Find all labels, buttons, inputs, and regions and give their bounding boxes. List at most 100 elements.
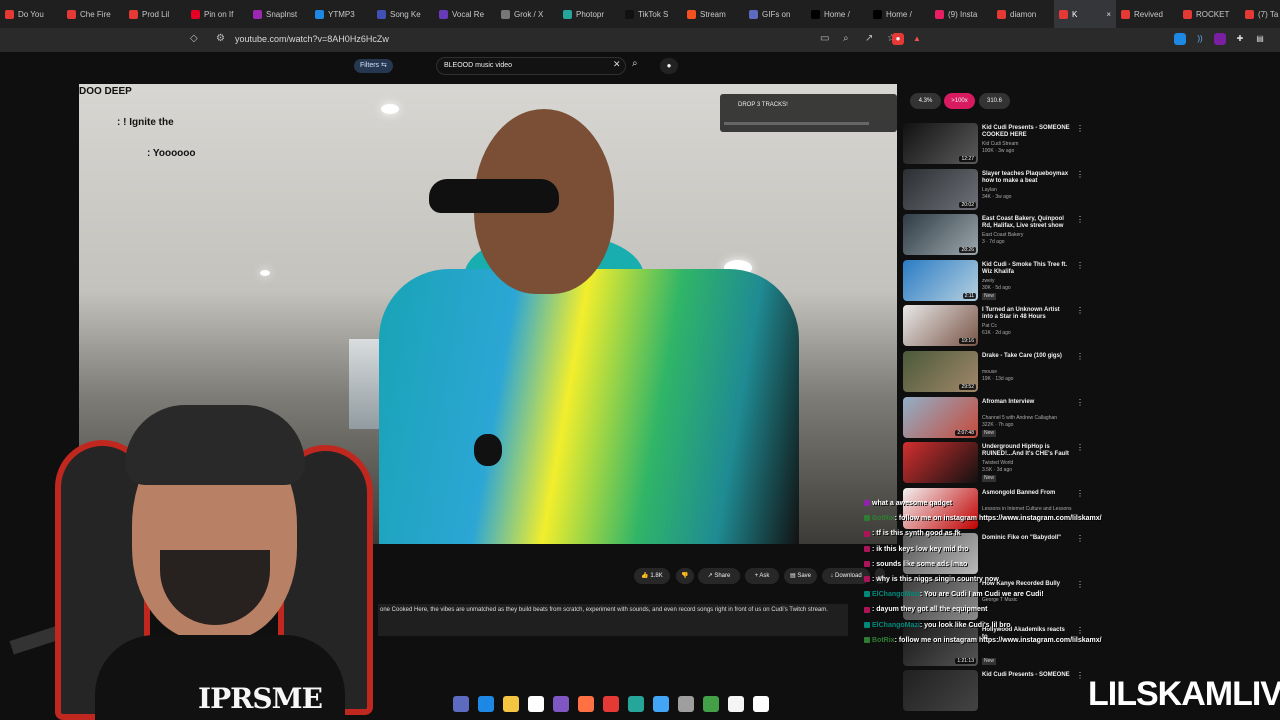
bookmark-icon[interactable]: ◇ — [190, 33, 198, 44]
browser-tab[interactable]: Song Ke — [372, 0, 434, 28]
more-options-icon[interactable]: ⋮ — [1076, 352, 1084, 361]
video-thumbnail[interactable]: 20:02 — [903, 168, 978, 210]
extension-icon[interactable] — [1174, 33, 1186, 45]
recommendation-item[interactable]: 29:52 Drake - Take Care (100 gigs) mouse 19… — [903, 351, 1093, 394]
video-thumbnail[interactable]: 2:11 — [903, 259, 978, 301]
taskbar-app-icon[interactable] — [678, 696, 694, 712]
more-options-icon[interactable]: ⋮ — [1076, 626, 1084, 635]
recommendation-title[interactable]: Kid Cudi - Smoke This Tree ft. Wiz Khali… — [982, 262, 1072, 276]
recommendation-channel[interactable]: Laylan — [982, 187, 997, 193]
brave-shield-icon[interactable]: ● — [892, 33, 904, 45]
chat-username[interactable]: ElChangoMazi — [872, 622, 920, 629]
microphone-icon[interactable]: ● — [660, 58, 678, 74]
video-description[interactable]: one Cooked Here, the vibes are unmatched… — [378, 604, 848, 636]
taskbar-app-icon[interactable] — [653, 696, 669, 712]
browser-tab[interactable]: Che Fire — [62, 0, 124, 28]
recommendation-title[interactable]: Slayer teaches Plaqueboymax how to make … — [982, 171, 1072, 185]
save-button[interactable]: ▤ Save — [784, 568, 817, 584]
video-thumbnail[interactable] — [903, 533, 978, 575]
clear-search-icon[interactable]: ✕ — [613, 59, 621, 70]
browser-tab[interactable]: Do You — [0, 0, 62, 28]
recommendation-title[interactable]: Kid Cudi Presents - SOMEONE — [982, 672, 1072, 679]
audio-icon[interactable]: )) — [1194, 33, 1206, 45]
recommendation-channel[interactable]: zweiy — [982, 278, 995, 284]
taskbar-app-icon[interactable] — [503, 696, 519, 712]
recommendation-item[interactable]: 12:27 Kid Cudi Presents - SOMEONE COOKED … — [903, 123, 1093, 166]
recommendation-title[interactable]: Kid Cudi Presents - SOMEONE COOKED HERE — [982, 125, 1072, 139]
browser-tab[interactable]: YTMP3 — [310, 0, 372, 28]
recommendation-channel[interactable]: East Coast Bakery — [982, 232, 1023, 238]
recommendation-item[interactable]: 28:26 East Coast Bakery, Quinpool Rd, Hal… — [903, 214, 1093, 257]
more-options-icon[interactable]: ⋮ — [1076, 261, 1084, 270]
dislike-button[interactable]: 👎 — [676, 568, 694, 584]
chat-username[interactable]: ElChangoMazi — [872, 591, 920, 598]
more-options-icon[interactable]: ⋮ — [1076, 306, 1084, 315]
sidebar-chip[interactable]: 310.6 — [979, 93, 1010, 109]
recommendation-title[interactable]: Underground HipHop is RUINED!...And It's… — [982, 444, 1072, 458]
more-options-icon[interactable]: ⋮ — [1076, 580, 1084, 589]
video-thumbnail[interactable]: 12:27 — [903, 123, 978, 164]
alert-icon[interactable]: ▲ — [911, 33, 923, 45]
browser-tab[interactable]: ROCKET — [1178, 0, 1240, 28]
taskbar-app-icon[interactable] — [578, 696, 594, 712]
taskbar-app-icon[interactable] — [728, 696, 744, 712]
recommendation-channel[interactable]: Pat Cc — [982, 323, 997, 329]
more-options-icon[interactable]: ⋮ — [1076, 398, 1084, 407]
taskbar-app-icon[interactable] — [628, 696, 644, 712]
recommendation-title[interactable]: Asmongold Banned From — [982, 490, 1072, 497]
taskbar-app-icon[interactable] — [703, 696, 719, 712]
browser-tab[interactable]: Grok / X — [496, 0, 558, 28]
recommendation-item[interactable]: Underground HipHop is RUINED!...And It's… — [903, 442, 1093, 485]
recommendation-title[interactable]: Afroman Interview — [982, 399, 1072, 406]
more-options-icon[interactable]: ⋮ — [1076, 215, 1084, 224]
recommendation-channel[interactable]: Twisted World — [982, 460, 1013, 466]
more-options-icon[interactable]: ⋮ — [1076, 671, 1084, 680]
taskbar-app-icon[interactable] — [453, 696, 469, 712]
browser-tab[interactable]: (9) Insta — [930, 0, 992, 28]
more-options-icon[interactable]: ⋮ — [1076, 534, 1084, 543]
browser-tab[interactable]: Home / — [868, 0, 930, 28]
recommendation-channel[interactable]: Lessons in Internet Culture and Lessons — [982, 506, 1072, 512]
more-options-icon[interactable]: ⋮ — [1076, 489, 1084, 498]
recommendation-item[interactable]: 20:02 Slayer teaches Plaqueboymax how to … — [903, 168, 1093, 212]
share-button[interactable]: ↗ Share — [698, 568, 740, 584]
sidebar-chip[interactable]: >100x — [944, 93, 975, 109]
sidebar-chip[interactable]: 4.3% — [910, 93, 941, 109]
browser-tab[interactable]: Pin on If — [186, 0, 248, 28]
chat-username[interactable]: BotRix — [872, 515, 895, 522]
taskbar-app-icon[interactable] — [603, 696, 619, 712]
filters-chip[interactable]: Filters ⇆ — [354, 59, 393, 73]
video-thumbnail[interactable] — [903, 487, 978, 529]
browser-tab[interactable]: Prod Lil — [124, 0, 186, 28]
search-icon[interactable]: ⌕ — [632, 58, 638, 69]
browser-tab[interactable]: TikTok S — [620, 0, 682, 28]
recommendation-item[interactable]: Kid Cudi Presents - SOMEONE ⋮ — [903, 670, 1093, 713]
search-input[interactable]: BLEOOD music video — [436, 57, 626, 75]
download-button[interactable]: ↓ Download — [822, 568, 870, 584]
recommendation-title[interactable]: East Coast Bakery, Quinpool Rd, Halifax,… — [982, 216, 1072, 230]
browser-tab[interactable]: K × — [1054, 0, 1116, 28]
site-info-icon[interactable]: ⚙ — [216, 33, 225, 44]
puzzle-icon[interactable]: ✚ — [1234, 33, 1246, 45]
browser-tab[interactable]: (7) Ta — [1240, 0, 1280, 28]
recommendation-channel[interactable]: Channel 5 with Andrew Callaghan — [982, 415, 1057, 421]
browser-tab[interactable]: diamon — [992, 0, 1054, 28]
ask-button[interactable]: + Ask — [745, 568, 779, 584]
recommendation-item[interactable]: 2:11 Kid Cudi - Smoke This Tree ft. Wiz K… — [903, 259, 1093, 303]
browser-tab[interactable]: Snaplnst — [248, 0, 310, 28]
video-thumbnail[interactable]: 19:16 — [903, 305, 978, 347]
taskbar-app-icon[interactable] — [553, 696, 569, 712]
video-thumbnail[interactable]: 2:07:48 — [903, 396, 978, 438]
more-options-icon[interactable]: ⋮ — [1076, 124, 1084, 133]
browser-tab[interactable]: Stream — [682, 0, 744, 28]
more-options-icon[interactable]: ⋮ — [1076, 170, 1084, 179]
taskbar-app-icon[interactable] — [478, 696, 494, 712]
taskbar-app-icon[interactable] — [753, 696, 769, 712]
taskbar-app-icon[interactable] — [528, 696, 544, 712]
recommendation-item[interactable]: 1:21:13 Hollywood Akademiks reacts to ⋮ New — [903, 624, 1093, 668]
zoom-icon[interactable]: ⌕ — [843, 33, 849, 44]
video-thumbnail[interactable]: 1:21:13 — [903, 624, 978, 666]
recommendation-title[interactable]: Drake - Take Care (100 gigs) — [982, 353, 1072, 360]
browser-tab[interactable]: Home / — [806, 0, 868, 28]
recommendation-item[interactable]: Asmongold Banned From Lessons in Internet… — [903, 487, 1093, 531]
